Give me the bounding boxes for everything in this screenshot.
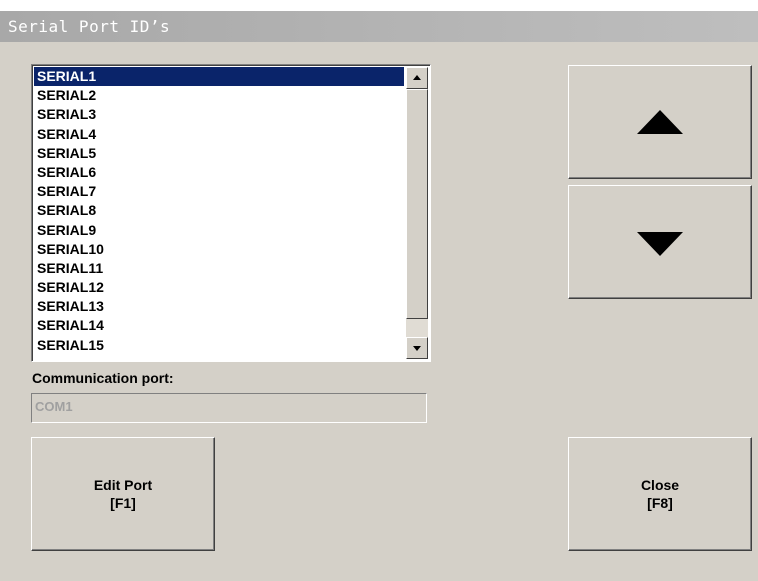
window-title: Serial Port ID’s — [8, 17, 171, 36]
edit-port-button-label: Edit Port [F1] — [32, 476, 214, 512]
scroll-thumb[interactable] — [406, 89, 428, 319]
edit-port-button[interactable]: Edit Port [F1] — [31, 437, 215, 551]
list-item[interactable]: SERIAL2 — [34, 86, 404, 105]
scroll-down-arrow-icon — [413, 346, 421, 351]
communication-port-label: Communication port: — [32, 370, 174, 386]
list-item[interactable]: SERIAL8 — [34, 201, 404, 220]
close-shortcut: [F8] — [647, 495, 673, 511]
list-scrollbar[interactable] — [406, 67, 428, 359]
title-bar: Serial Port ID’s — [0, 11, 758, 42]
scroll-down-button[interactable] — [406, 337, 428, 359]
list-item[interactable]: SERIAL12 — [34, 278, 404, 297]
list-item[interactable]: SERIAL5 — [34, 144, 404, 163]
list-items: SERIAL1 SERIAL2 SERIAL3 SERIAL4 SERIAL5 SERIA… — [34, 67, 404, 355]
close-label: Close — [640, 477, 680, 493]
list-item[interactable]: SERIAL13 — [34, 297, 404, 316]
scroll-up-arrow-icon — [413, 75, 421, 80]
list-item[interactable]: SERIAL6 — [34, 163, 404, 182]
move-up-button[interactable] — [568, 65, 752, 179]
close-button[interactable]: Close [F8] — [568, 437, 752, 551]
communication-port-field[interactable]: COM1 — [31, 393, 427, 423]
arrow-down-icon — [637, 232, 683, 256]
edit-port-label: Edit Port — [93, 477, 153, 493]
list-item[interactable]: SERIAL9 — [34, 221, 404, 240]
list-item[interactable]: SERIAL1 — [34, 67, 404, 87]
arrow-up-icon — [637, 110, 683, 134]
serial-port-list[interactable]: SERIAL1 SERIAL2 SERIAL3 SERIAL4 SERIAL5 SERIA… — [31, 64, 431, 362]
move-down-button[interactable] — [568, 185, 752, 299]
serial-port-window: Serial Port ID’s SERIAL1 SERIAL2 SERIAL3 SE… — [0, 11, 758, 581]
list-item[interactable]: SERIAL7 — [34, 182, 404, 201]
close-button-label: Close [F8] — [569, 476, 751, 512]
list-item[interactable]: SERIAL4 — [34, 125, 404, 144]
list-item[interactable]: SERIAL3 — [34, 105, 404, 124]
list-item[interactable]: SERIAL10 — [34, 240, 404, 259]
list-item[interactable]: SERIAL15 — [34, 336, 404, 355]
scroll-up-button[interactable] — [406, 67, 428, 89]
list-item[interactable]: SERIAL14 — [34, 316, 404, 335]
edit-port-shortcut: [F1] — [110, 495, 136, 511]
list-item[interactable]: SERIAL11 — [34, 259, 404, 278]
